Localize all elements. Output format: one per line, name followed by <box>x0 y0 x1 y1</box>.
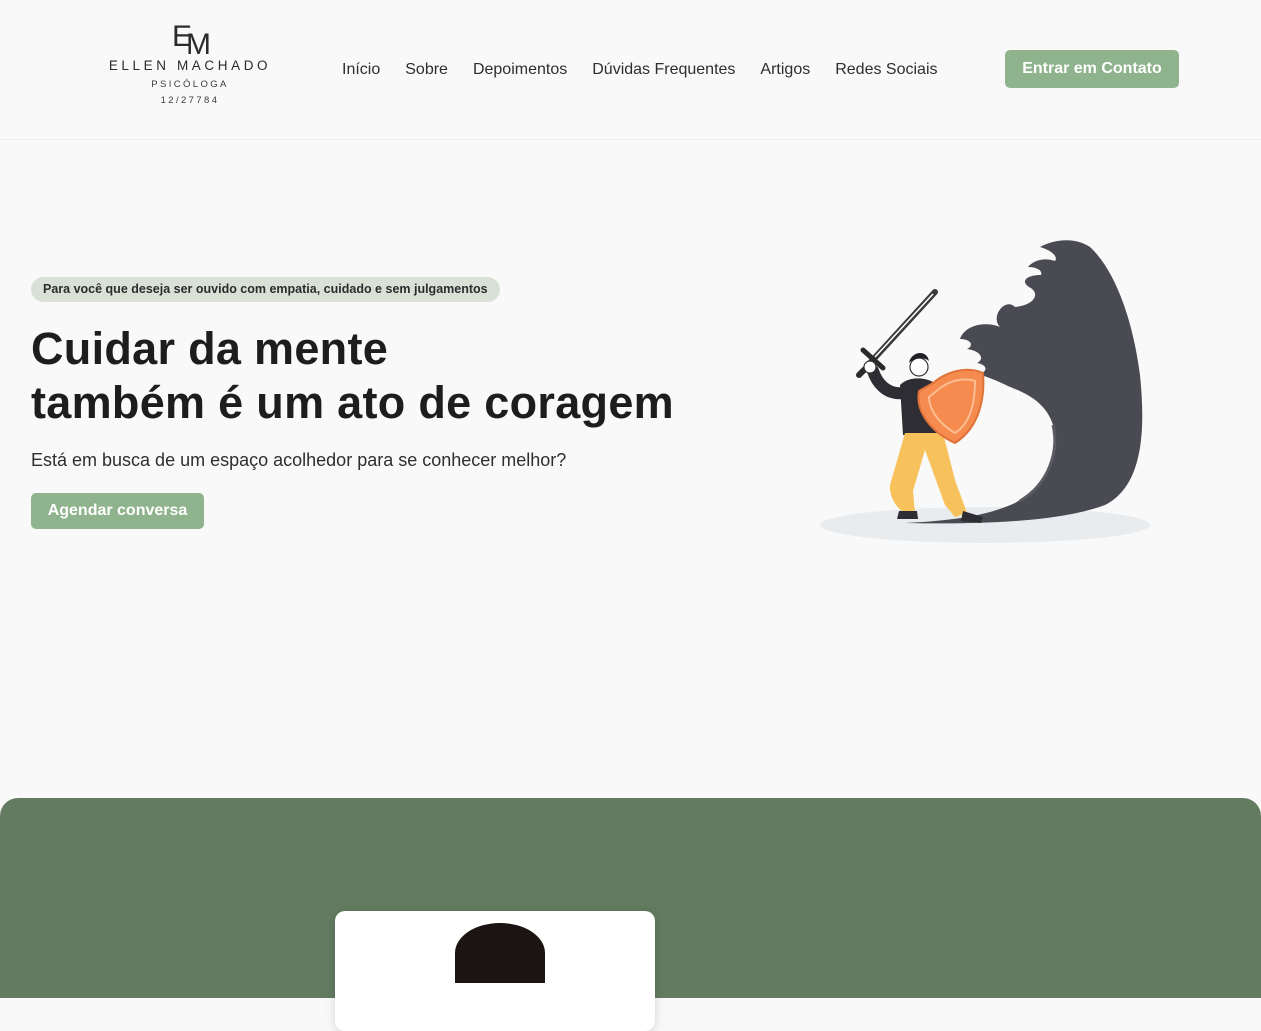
hero-headline-line1: Cuidar da mente <box>31 323 389 374</box>
person-hand <box>863 360 877 374</box>
hero-headline-line2: também é um ato de coragem <box>31 377 674 428</box>
hero-headline: Cuidar da mente também é um ato de corag… <box>31 322 674 430</box>
main-nav: Início Sobre Depoimentos Dúvidas Frequen… <box>342 58 938 82</box>
profile-photo-card <box>335 911 655 1031</box>
contact-button[interactable]: Entrar em Contato <box>1005 50 1179 88</box>
nav-item-sobre[interactable]: Sobre <box>405 61 448 79</box>
person-arm <box>867 365 909 400</box>
logo[interactable]: E M ELLEN MACHADO PSICÓLOGA 12/27784 <box>96 20 284 106</box>
hero-illustration <box>820 240 1150 543</box>
logo-role: PSICÓLOGA <box>151 79 229 90</box>
hero-subtext: Está em busca de um espaço acolhedor par… <box>31 450 567 470</box>
schedule-button[interactable]: Agendar conversa <box>31 493 204 529</box>
site-header: E M ELLEN MACHADO PSICÓLOGA 12/27784 Iní… <box>0 0 1261 140</box>
about-section <box>0 798 1261 1031</box>
logo-crp: 12/27784 <box>160 95 220 106</box>
ground-shadow <box>820 507 1150 543</box>
nav-item-redes-sociais[interactable]: Redes Sociais <box>835 61 937 79</box>
nav-item-artigos[interactable]: Artigos <box>760 61 810 79</box>
person-legs <box>889 433 967 517</box>
sword-edge <box>874 293 934 358</box>
person-left-shoe <box>897 511 918 519</box>
hero-tagline-badge: Para você que deseja ser ouvido com empa… <box>31 277 500 302</box>
nav-item-depoimentos[interactable]: Depoimentos <box>473 61 567 79</box>
nav-item-inicio[interactable]: Início <box>342 61 380 79</box>
nav-item-duvidas[interactable]: Dúvidas Frequentes <box>592 61 735 79</box>
person-head <box>909 357 929 377</box>
profile-photo <box>455 923 545 983</box>
logo-monogram: E M <box>172 20 211 61</box>
